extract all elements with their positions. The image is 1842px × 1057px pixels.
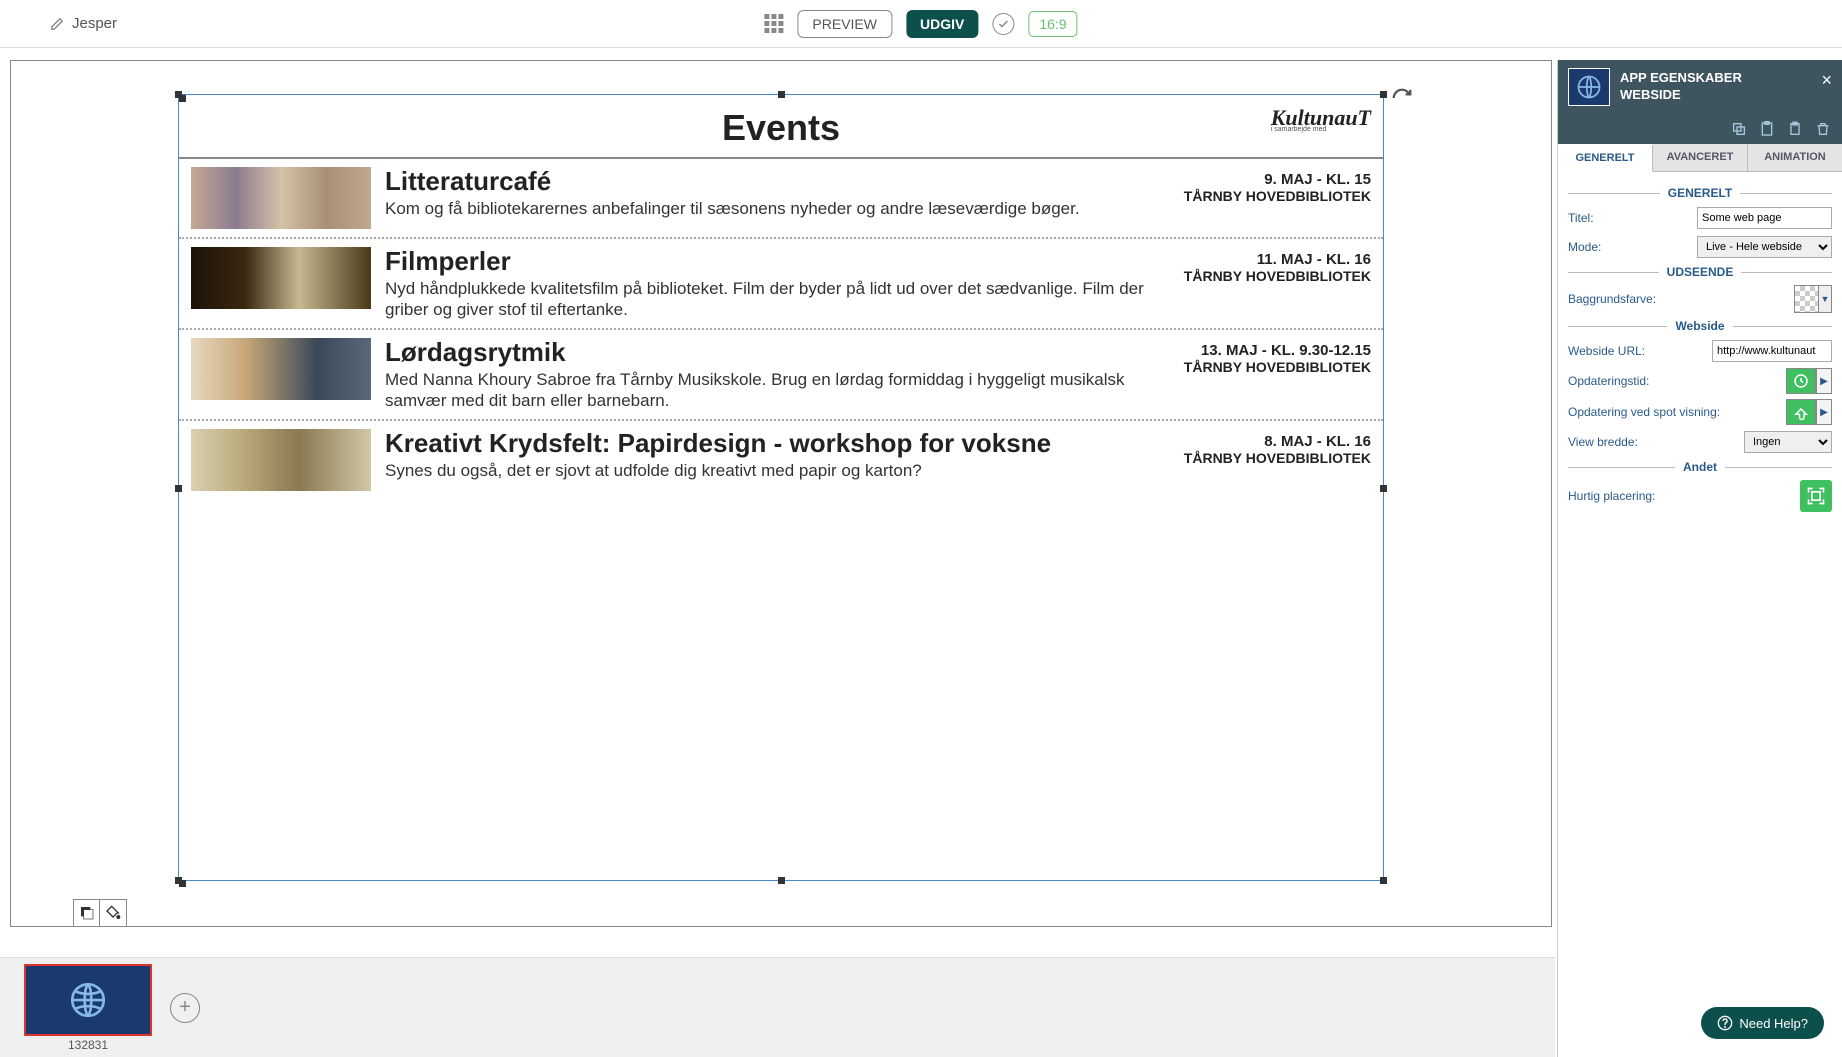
- refresh-time-button[interactable]: [1786, 368, 1816, 394]
- tab-animation[interactable]: ANIMATION: [1748, 144, 1842, 171]
- grid-icon[interactable]: [764, 14, 783, 33]
- top-center-controls: PREVIEW UDGIV 16:9: [764, 10, 1077, 38]
- section-webside: Webside: [1667, 319, 1732, 333]
- event-place: TÅRNBY HOVEDBIBLIOTEK: [1171, 359, 1371, 375]
- event-desc: Nyd håndplukkede kvalitetsfilm på biblio…: [385, 278, 1157, 321]
- approve-icon[interactable]: [992, 13, 1014, 35]
- event-title: Kreativt Krydsfelt: Papirdesign - worksh…: [385, 429, 1157, 458]
- event-date: 13. MAJ - KL. 9.30-12.15: [1171, 342, 1371, 359]
- tab-avanceret[interactable]: AVANCERET: [1653, 144, 1748, 171]
- event-place: TÅRNBY HOVEDBIBLIOTEK: [1171, 268, 1371, 284]
- globe-icon: [67, 979, 109, 1021]
- bg-label: Baggrundsfarve:: [1568, 292, 1656, 306]
- spot-id: 132831: [24, 1038, 152, 1052]
- chevron-right-icon[interactable]: ▶: [1816, 399, 1832, 425]
- layers-icon[interactable]: [74, 900, 100, 926]
- event-row: LitteraturcaféKom og få bibliotekarernes…: [179, 159, 1383, 239]
- add-spot-button[interactable]: +: [170, 993, 200, 1023]
- copy-icon[interactable]: [1728, 118, 1750, 140]
- username: Jesper: [72, 15, 117, 32]
- panel-header: APP EGENSKABER WEBSIDE ×: [1558, 60, 1842, 114]
- event-desc: Kom og få bibliotekarernes anbefalinger …: [385, 198, 1157, 219]
- kultunaut-logo: KultunauTi samarbejde med: [1271, 109, 1371, 132]
- resize-handle[interactable]: [1380, 485, 1387, 492]
- editor-canvas[interactable]: Events KultunauTi samarbejde med Littera…: [10, 60, 1552, 927]
- spot-thumbnail[interactable]: [24, 964, 152, 1036]
- event-image: [191, 429, 371, 491]
- resize-handle[interactable]: [175, 877, 182, 884]
- resize-handle[interactable]: [175, 485, 182, 492]
- app-type-icon: [1568, 68, 1610, 106]
- event-place: TÅRNBY HOVEDBIBLIOTEK: [1171, 188, 1371, 204]
- topbar: Jesper PREVIEW UDGIV 16:9: [0, 0, 1842, 48]
- event-row: LørdagsrytmikMed Nanna Khoury Sabroe fra…: [179, 330, 1383, 421]
- quick-place-label: Hurtig placering:: [1568, 489, 1655, 503]
- event-image: [191, 338, 371, 400]
- preview-button[interactable]: PREVIEW: [797, 10, 892, 38]
- globe-icon: [1575, 73, 1603, 101]
- bgcolor-swatch[interactable]: ▼: [1794, 285, 1832, 313]
- events-title: Events: [722, 107, 840, 149]
- canvas-tools: [73, 899, 127, 927]
- url-label: Webside URL:: [1568, 344, 1645, 358]
- properties-panel: APP EGENSKABER WEBSIDE × GENERELT AVANCE…: [1557, 60, 1842, 1057]
- panel-tabs: GENERELT AVANCERET ANIMATION: [1558, 144, 1842, 172]
- refresh-spot-label: Opdatering ved spot visning:: [1568, 405, 1720, 419]
- event-row: Kreativt Krydsfelt: Papirdesign - worksh…: [179, 421, 1383, 499]
- paste-icon[interactable]: [1756, 118, 1778, 140]
- tab-generelt[interactable]: GENERELT: [1558, 145, 1653, 172]
- chevron-right-icon[interactable]: ▶: [1816, 368, 1832, 394]
- titel-label: Titel:: [1568, 211, 1594, 225]
- event-title: Filmperler: [385, 247, 1157, 276]
- panel-body: GENERELT Titel: Mode: Live - Hele websid…: [1558, 172, 1842, 525]
- refresh-spot-button[interactable]: [1786, 399, 1816, 425]
- view-width-select[interactable]: Ingen: [1744, 431, 1832, 453]
- event-date: 9. MAJ - KL. 15: [1171, 171, 1371, 188]
- event-desc: Med Nanna Khoury Sabroe fra Tårnby Musik…: [385, 369, 1157, 412]
- bucket-icon[interactable]: [100, 900, 126, 926]
- event-desc: Synes du også, det er sjovt at udfolde d…: [385, 460, 1157, 481]
- events-widget: Events KultunauTi samarbejde med Littera…: [179, 95, 1383, 880]
- mode-label: Mode:: [1568, 240, 1601, 254]
- event-date: 11. MAJ - KL. 16: [1171, 251, 1371, 268]
- panel-toolbar: [1558, 114, 1842, 144]
- event-date: 8. MAJ - KL. 16: [1171, 433, 1371, 450]
- event-title: Litteraturcafé: [385, 167, 1157, 196]
- url-input[interactable]: [1712, 340, 1832, 362]
- section-andet: Andet: [1675, 460, 1725, 474]
- clipboard-icon[interactable]: [1784, 118, 1806, 140]
- rotate-handle[interactable]: [1391, 87, 1413, 112]
- user-area[interactable]: Jesper: [50, 15, 117, 32]
- spot-thumb-wrap[interactable]: 132831: [24, 964, 152, 1052]
- event-image: [191, 247, 371, 309]
- refresh-label: Opdateringstid:: [1568, 374, 1649, 388]
- canvas-wrap: Events KultunauTi samarbejde med Littera…: [10, 60, 1552, 927]
- panel-title: APP EGENSKABER WEBSIDE: [1620, 70, 1742, 104]
- widget-selection[interactable]: Events KultunauTi samarbejde med Littera…: [178, 94, 1384, 881]
- event-row: FilmperlerNyd håndplukkede kvalitetsfilm…: [179, 239, 1383, 330]
- aspect-ratio[interactable]: 16:9: [1028, 11, 1077, 37]
- event-image: [191, 167, 371, 229]
- event-title: Lørdagsrytmik: [385, 338, 1157, 367]
- close-icon[interactable]: ×: [1821, 70, 1832, 91]
- resize-handle[interactable]: [778, 877, 785, 884]
- titel-input[interactable]: [1697, 207, 1832, 229]
- mode-select[interactable]: Live - Hele webside: [1697, 236, 1832, 258]
- events-header: Events KultunauTi samarbejde med: [179, 95, 1383, 159]
- resize-handle[interactable]: [1380, 877, 1387, 884]
- help-icon: [1717, 1015, 1733, 1031]
- help-button[interactable]: Need Help?: [1701, 1007, 1824, 1039]
- pencil-icon: [50, 17, 64, 31]
- section-generelt: GENERELT: [1660, 186, 1740, 200]
- quick-place-button[interactable]: [1800, 480, 1832, 512]
- spot-strip: 132831 +: [0, 957, 1555, 1057]
- trash-icon[interactable]: [1812, 118, 1834, 140]
- publish-button[interactable]: UDGIV: [906, 10, 978, 38]
- section-udseende: UDSEENDE: [1659, 265, 1742, 279]
- view-width-label: View bredde:: [1568, 435, 1638, 449]
- event-place: TÅRNBY HOVEDBIBLIOTEK: [1171, 450, 1371, 466]
